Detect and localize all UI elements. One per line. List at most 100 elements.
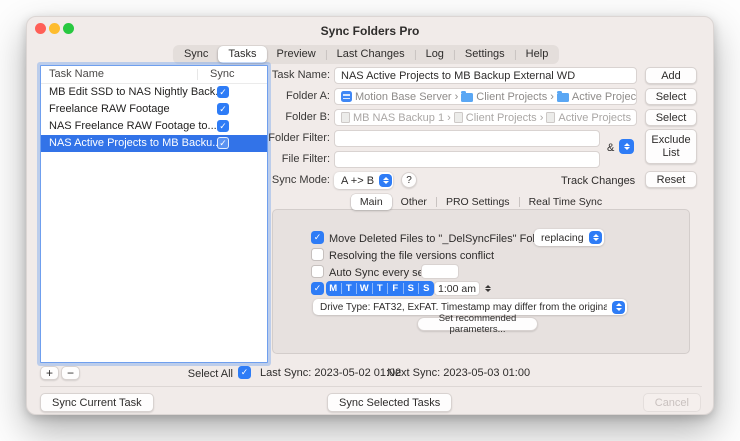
column-divider [197,69,198,80]
crumb-separator: › [447,112,451,124]
move-deleted-label: Move Deleted Files to "_DelSyncFiles" Fo… [329,232,569,246]
schedule-time-value: 1:00 am [438,283,476,295]
task-row[interactable]: Freelance RAW Footage [41,101,267,118]
weekday-monday[interactable]: M [326,281,341,296]
app-window: Sync Folders Pro Sync Tasks Preview Last… [26,16,714,415]
drive-type-stepper [612,301,625,314]
file-filter-label: File Filter: [250,151,330,168]
weekday-saturday[interactable]: S [404,281,419,296]
help-button[interactable]: ? [401,172,417,188]
last-sync-status: Last Sync: 2023-05-02 01:02 [260,367,401,379]
task-sync-checkbox[interactable] [217,137,229,149]
weekday-tuesday[interactable]: T [342,281,357,296]
exclude-list-button[interactable]: Exclude List [645,129,697,164]
add-task-button[interactable]: + [40,366,59,380]
folder-a-crumb: Active Projects [572,91,637,103]
task-row[interactable]: NAS Freelance RAW Footage to... [41,118,267,135]
weekday-friday[interactable]: F [388,281,403,296]
resolving-conflict-checkbox[interactable] [311,248,324,261]
move-deleted-mode-select[interactable]: replacing [534,229,604,246]
filter-operator-stepper[interactable] [619,139,634,154]
cancel-button[interactable]: Cancel [643,393,701,412]
folder-a-path[interactable]: Motion Base Server › Client Projects › A… [334,88,637,105]
column-header-task-name[interactable]: Task Name [49,68,104,80]
select-folder-b-button[interactable]: Select [645,109,697,126]
subtab-real-time-sync[interactable]: Real Time Sync [520,194,612,210]
crumb-separator: › [455,91,459,103]
weekday-sunday[interactable]: S [419,281,434,296]
sync-current-task-button[interactable]: Sync Current Task [40,393,154,412]
tab-preview[interactable]: Preview [267,46,326,63]
sync-selected-tasks-button[interactable]: Sync Selected Tasks [327,393,452,412]
schedule-checkbox[interactable] [311,282,324,295]
move-deleted-mode-stepper [589,231,602,244]
filter-operator-label: & [607,141,614,155]
sync-mode-select[interactable]: A +> B [334,172,393,189]
add-button[interactable]: Add [645,67,697,84]
auto-sync-checkbox[interactable] [311,265,324,278]
document-icon [341,112,350,123]
sync-mode-label: Sync Mode: [250,172,330,189]
schedule-time-stepper[interactable] [483,281,493,296]
task-sync-checkbox[interactable] [217,103,229,115]
folder-filter-input[interactable] [334,130,600,147]
folder-a-crumb: Client Projects [476,91,547,103]
auto-sync-seconds-input[interactable] [421,264,459,279]
weekday-wednesday[interactable]: W [357,281,372,296]
remove-task-button[interactable]: − [61,366,80,380]
server-icon [341,91,352,102]
chevron-up-icon [624,143,630,146]
task-row-label: NAS Active Projects to MB Backu... [49,135,227,152]
move-deleted-mode-value: replacing [541,232,584,244]
reset-button[interactable]: Reset [645,171,697,188]
folder-a-crumb: Motion Base Server [355,91,452,103]
folder-icon [557,93,569,102]
move-deleted-checkbox[interactable] [311,231,324,244]
folder-a-label: Folder A: [250,88,330,105]
folder-b-label: Folder B: [250,109,330,126]
task-name-input[interactable]: NAS Active Projects to MB Backup Externa… [334,67,637,84]
task-list-header: Task Name Sync [41,66,267,84]
task-row-selected[interactable]: NAS Active Projects to MB Backu... [41,135,267,152]
task-sync-checkbox[interactable] [217,86,229,98]
file-filter-input[interactable] [334,151,600,168]
column-header-sync[interactable]: Sync [210,68,234,80]
desktop: Sync Folders Pro Sync Tasks Preview Last… [0,0,740,441]
sync-mode-stepper [379,174,392,187]
tab-last-changes[interactable]: Last Changes [327,46,415,63]
tab-tasks[interactable]: Tasks [218,46,266,63]
task-name-label: Task Name: [250,67,330,84]
sync-mode-value: A +> B [341,175,374,187]
main-tab-bar: Sync Tasks Preview Last Changes Log Sett… [173,45,559,64]
task-row-label: MB Edit SSD to NAS Nightly Back... [49,84,227,101]
chevron-down-icon [624,147,630,150]
task-sync-checkbox[interactable] [217,120,229,132]
tab-settings[interactable]: Settings [455,46,515,63]
crumb-separator: › [540,112,544,124]
folder-filter-label: Folder Filter: [250,130,330,147]
weekday-selector[interactable]: M T W T F S S [326,281,434,296]
subtab-other[interactable]: Other [392,194,436,210]
folder-b-crumb: MB NAS Backup 1 [353,112,444,124]
window-title: Sync Folders Pro [27,24,713,38]
crumb-separator: › [550,91,554,103]
subtab-main[interactable]: Main [351,194,392,210]
select-all-checkbox[interactable] [238,366,251,379]
auto-sync-label: Auto Sync every sec. [329,266,432,280]
tab-log[interactable]: Log [416,46,454,63]
schedule-time-input[interactable]: 1:00 am [434,281,480,296]
drive-type-value: Drive Type: FAT32, ExFAT. Timestamp may … [320,302,607,313]
tab-help[interactable]: Help [516,46,559,63]
folder-b-path[interactable]: MB NAS Backup 1 › Client Projects › Acti… [334,109,637,126]
folder-b-crumb: Client Projects [466,112,537,124]
document-icon [546,112,555,123]
weekday-thursday[interactable]: T [373,281,388,296]
select-folder-a-button[interactable]: Select [645,88,697,105]
tab-sync[interactable]: Sync [174,46,218,63]
chevron-down-icon [485,289,491,292]
subtab-pro-settings[interactable]: PRO Settings [437,194,519,210]
track-changes-label: Track Changes [561,174,635,188]
select-all-label: Select All [177,367,233,381]
task-row[interactable]: MB Edit SSD to NAS Nightly Back... [41,84,267,101]
set-recommended-parameters-button[interactable]: Set recommended parameters... [417,317,538,331]
